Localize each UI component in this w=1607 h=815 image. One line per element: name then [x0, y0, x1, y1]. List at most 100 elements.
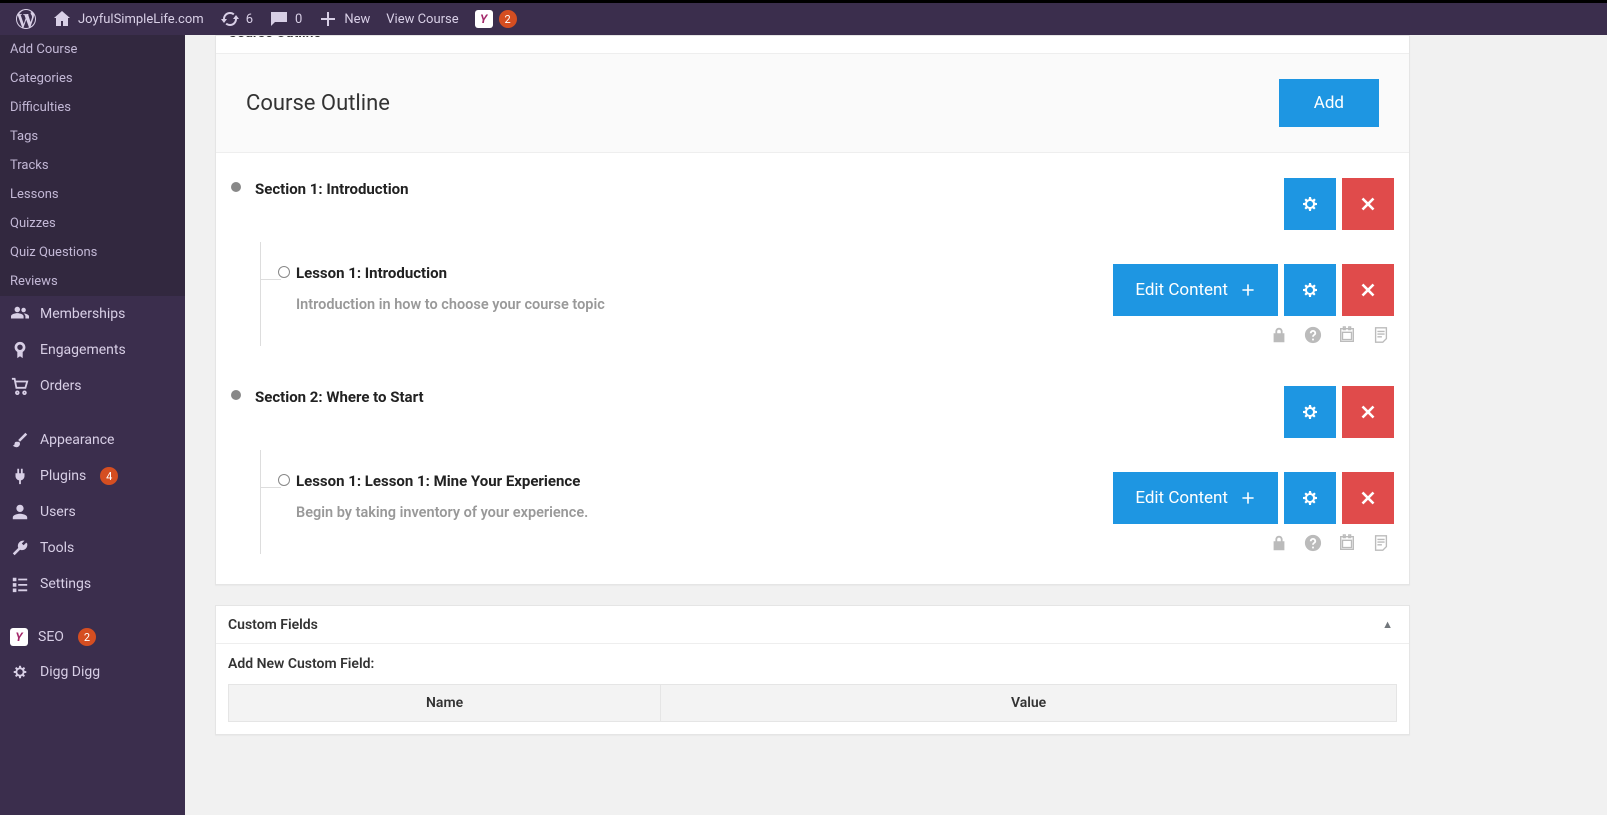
add-new-cf-label: Add New Custom Field:: [228, 656, 1397, 672]
section-row: Section 1: Introduction Lesson 1: Introdu…: [231, 178, 1394, 346]
note-icon[interactable]: [1372, 534, 1392, 554]
yoast-icon: Y: [475, 10, 493, 28]
plus-icon: [318, 9, 338, 29]
sidebar-subitem[interactable]: Quizzes: [0, 209, 185, 238]
custom-fields-table: Name Value: [228, 684, 1397, 722]
view-course-label: View Course: [386, 12, 458, 27]
collapse-toggle[interactable]: ▲: [1378, 614, 1397, 635]
sidebar-item-seo[interactable]: Y SEO 2: [0, 620, 185, 654]
new-label: New: [344, 12, 370, 27]
home-icon: [52, 9, 72, 29]
sidebar-item-label: Settings: [40, 576, 91, 592]
sidebar-subitem[interactable]: Difficulties: [0, 93, 185, 122]
sidebar-item-plugins[interactable]: Plugins 4: [0, 458, 185, 494]
sidebar-item-label: Orders: [40, 378, 82, 394]
cf-col-name: Name: [229, 685, 661, 722]
section-settings-button[interactable]: [1284, 178, 1336, 230]
edit-content-button[interactable]: Edit Content: [1113, 264, 1278, 316]
wrench-icon: [10, 538, 30, 558]
section-delete-button[interactable]: [1342, 178, 1394, 230]
comments-count: 0: [295, 12, 302, 27]
section-dot-icon: [231, 182, 241, 192]
lesson-settings-button[interactable]: [1284, 264, 1336, 316]
sliders-icon: [10, 574, 30, 594]
sidebar-item-settings[interactable]: Settings: [0, 566, 185, 602]
outline-title: Course Outline: [246, 91, 390, 116]
main-content: Course Outline ▲ Course Outline Add Sect…: [185, 35, 1440, 815]
yoast-icon: Y: [10, 628, 28, 646]
gear-icon: [10, 662, 30, 682]
sidebar-item-appearance[interactable]: Appearance: [0, 422, 185, 458]
panel-header-cutoff: Course Outline ▲: [216, 36, 1409, 54]
comments-link[interactable]: 0: [261, 3, 310, 35]
lesson-row: Lesson 1: Introduction Introduction in ho…: [260, 242, 1394, 346]
admin-bar: JoyfulSimpleLife.com 6 0 New View Course…: [0, 3, 1607, 35]
lesson-delete-button[interactable]: [1342, 472, 1394, 524]
new-content-link[interactable]: New: [310, 3, 378, 35]
sidebar-item-orders[interactable]: Orders: [0, 368, 185, 404]
sidebar-subitem[interactable]: Categories: [0, 64, 185, 93]
sidebar-item-digg-digg[interactable]: Digg Digg: [0, 654, 185, 690]
add-button[interactable]: Add: [1279, 79, 1379, 127]
panel-header-cutoff-text: Course Outline: [228, 36, 321, 41]
updates-count: 6: [246, 12, 253, 27]
section-title: Section 1: Introduction: [255, 178, 409, 198]
sidebar-subitem[interactable]: Reviews: [0, 267, 185, 296]
sidebar-item-memberships[interactable]: Memberships: [0, 296, 185, 332]
yoast-menu[interactable]: Y2: [467, 3, 525, 35]
sidebar-item-users[interactable]: Users: [0, 494, 185, 530]
custom-fields-title: Custom Fields: [228, 617, 318, 633]
note-icon[interactable]: [1372, 326, 1392, 346]
sidebar-subitem[interactable]: Lessons: [0, 180, 185, 209]
badge: 2: [78, 628, 96, 646]
users-icon: [10, 304, 30, 324]
lesson-settings-button[interactable]: [1284, 472, 1336, 524]
lock-icon[interactable]: [1270, 534, 1290, 554]
sidebar-item-label: Plugins: [40, 468, 86, 484]
wp-logo-menu[interactable]: [8, 3, 44, 35]
lesson-delete-button[interactable]: [1342, 264, 1394, 316]
lesson-description: Introduction in how to choose your cours…: [296, 296, 605, 313]
sidebar-item-tools[interactable]: Tools: [0, 530, 185, 566]
lesson-circle-icon: [278, 474, 290, 486]
plug-icon: [10, 466, 30, 486]
sidebar-item-label: Engagements: [40, 342, 126, 358]
sidebar-item-label: Tools: [40, 540, 74, 556]
course-outline-panel: Course Outline ▲ Course Outline Add Sect…: [215, 35, 1410, 585]
custom-fields-panel: Custom Fields ▲ Add New Custom Field: Na…: [215, 605, 1410, 735]
site-name-link[interactable]: JoyfulSimpleLife.com: [44, 3, 212, 35]
sidebar-subitem[interactable]: Add Course: [0, 35, 185, 64]
section-settings-button[interactable]: [1284, 386, 1336, 438]
lesson-title: Lesson 1: Introduction: [296, 264, 605, 282]
lock-icon[interactable]: [1270, 326, 1290, 346]
sidebar-item-label: SEO: [38, 629, 64, 645]
cart-icon: [10, 376, 30, 396]
lesson-title: Lesson 1: Lesson 1: Mine Your Experience: [296, 472, 588, 490]
admin-sidebar: Add CourseCategoriesDifficultiesTagsTrac…: [0, 35, 185, 815]
wordpress-icon: [16, 9, 36, 29]
help-icon[interactable]: [1304, 326, 1324, 346]
sidebar-item-label: Digg Digg: [40, 664, 100, 680]
sidebar-subitem[interactable]: Tags: [0, 122, 185, 151]
sidebar-item-label: Memberships: [40, 306, 125, 322]
user-icon: [10, 502, 30, 522]
updates-link[interactable]: 6: [212, 3, 261, 35]
badge: 4: [100, 467, 118, 485]
sidebar-item-label: Appearance: [40, 432, 114, 448]
calendar-icon[interactable]: [1338, 326, 1358, 346]
help-icon[interactable]: [1304, 534, 1324, 554]
view-course-link[interactable]: View Course: [378, 3, 466, 35]
lesson-row: Lesson 1: Lesson 1: Mine Your Experience…: [260, 450, 1394, 554]
section-delete-button[interactable]: [1342, 386, 1394, 438]
calendar-icon[interactable]: [1338, 534, 1358, 554]
site-name-text: JoyfulSimpleLife.com: [78, 12, 204, 27]
sidebar-subitem[interactable]: Quiz Questions: [0, 238, 185, 267]
collapse-toggle[interactable]: ▲: [1378, 36, 1397, 43]
edit-content-button[interactable]: Edit Content: [1113, 472, 1278, 524]
sidebar-item-engagements[interactable]: Engagements: [0, 332, 185, 368]
comment-icon: [269, 9, 289, 29]
refresh-icon: [220, 9, 240, 29]
sidebar-subitem[interactable]: Tracks: [0, 151, 185, 180]
outline-header-bar: Course Outline Add: [216, 53, 1409, 153]
yoast-badge: 2: [499, 10, 517, 28]
